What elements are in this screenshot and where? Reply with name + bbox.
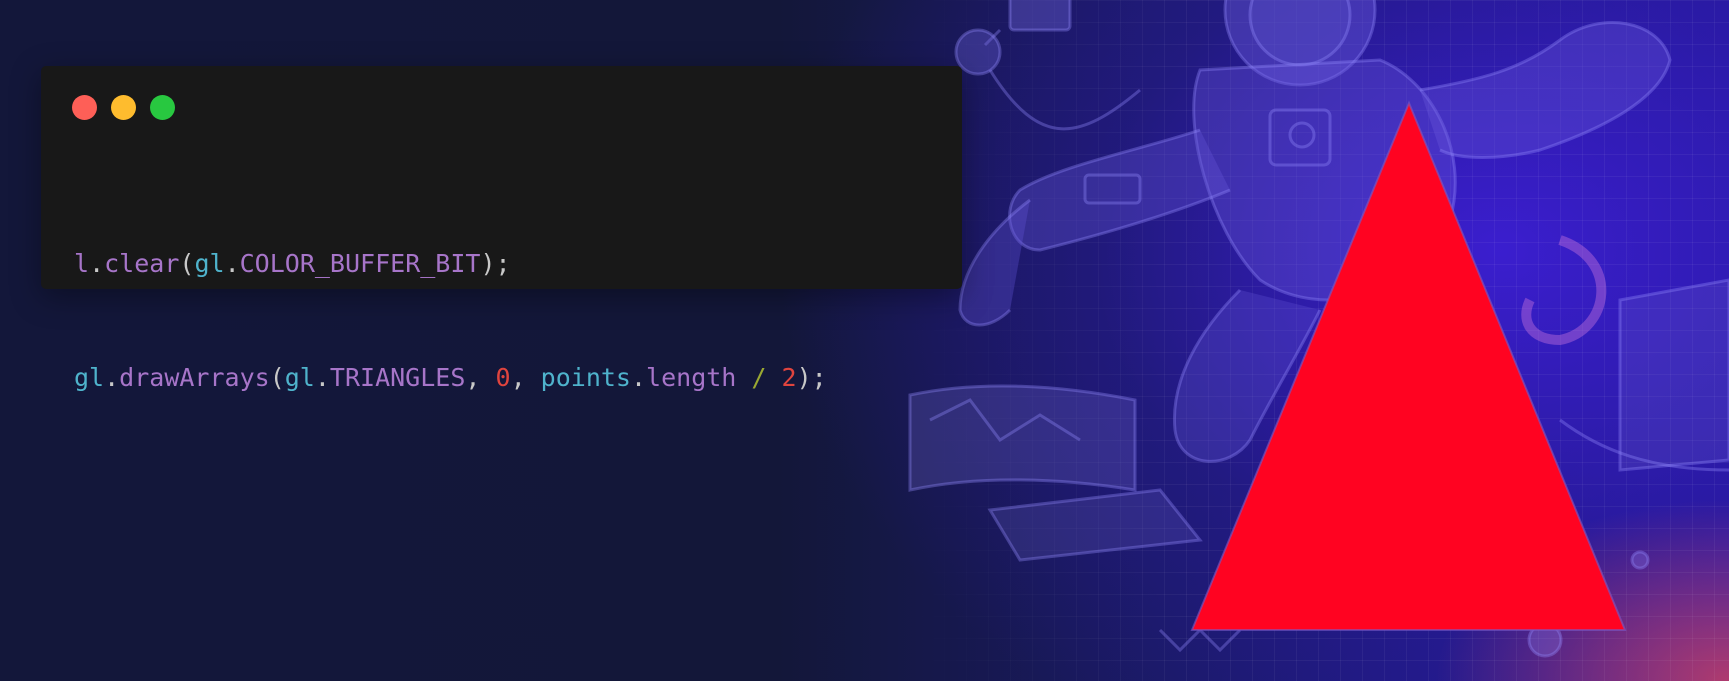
window-controls: [72, 95, 175, 120]
code-token: .: [314, 363, 330, 392]
code-token: .: [630, 363, 647, 392]
code-token: TRIANGLES: [329, 363, 466, 392]
code-window: l.clear(gl.COLOR_BUFFER_BIT); gl.drawArr…: [41, 66, 962, 392]
code-token: drawArrays: [119, 363, 270, 392]
code-token: 2: [781, 363, 797, 392]
code-token: );: [796, 363, 827, 392]
slide-canvas: l.clear(gl.COLOR_BUFFER_BIT); gl.drawArr…: [0, 0, 1729, 681]
code-token: ,: [465, 363, 496, 392]
code-token: (: [179, 249, 195, 278]
code-token: gl: [74, 363, 105, 392]
code-token: clear: [104, 249, 180, 278]
window-maximize-dot-icon[interactable]: [150, 95, 175, 120]
code-token: COLOR_BUFFER_BIT: [239, 249, 481, 278]
code-token: );: [480, 249, 511, 278]
window-minimize-dot-icon[interactable]: [111, 95, 136, 120]
code-token: gl: [194, 249, 225, 278]
code-token: l: [74, 249, 90, 278]
code-token: 0: [495, 363, 511, 392]
code-line-1: l.clear(gl.COLOR_BUFFER_BIT);: [74, 245, 827, 283]
code-token: .: [89, 249, 105, 278]
window-close-dot-icon[interactable]: [72, 95, 97, 120]
code-token: points: [540, 363, 631, 392]
code-line-2: gl.drawArrays(gl.TRIANGLES, 0, points.le…: [74, 359, 827, 397]
code-block: l.clear(gl.COLOR_BUFFER_BIT); gl.drawArr…: [74, 169, 827, 473]
code-token: .: [224, 249, 240, 278]
code-token: .: [104, 363, 120, 392]
code-token: length: [646, 363, 737, 392]
code-token: ,: [510, 363, 541, 392]
code-token: gl: [284, 363, 315, 392]
code-token: (: [269, 363, 285, 392]
code-token: /: [751, 363, 767, 392]
